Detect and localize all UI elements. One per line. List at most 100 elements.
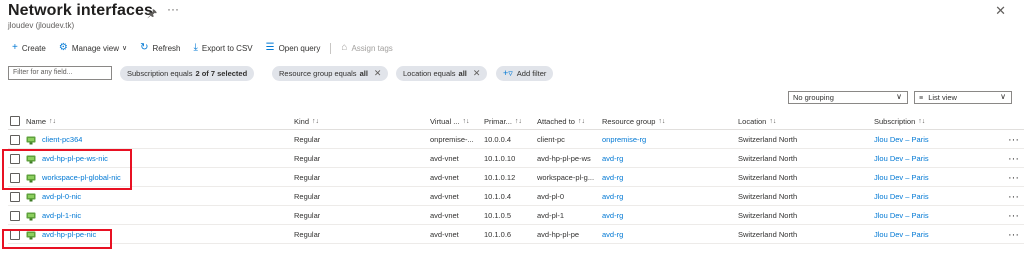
chevron-down-icon: ∨: [121, 45, 128, 52]
cell-name: avd-pl-1-nic: [26, 207, 81, 224]
table-row[interactable]: avd-pl-1-nic Regular avd-vnet 10.1.0.5 avd-p…: [8, 207, 1024, 225]
command-bar: + Create ⚙ Manage view ∨ ↻ Refresh ⤓ Exp…: [12, 41, 406, 55]
cell-primary-ip: 10.0.0.4: [484, 135, 512, 144]
open-query-label: Open query: [278, 43, 321, 53]
row-checkbox[interactable]: [10, 131, 20, 148]
column-header-attached-to[interactable]: Attached to ↑↓: [537, 113, 585, 129]
directory-subtitle: jloudev (jloudev.tk): [8, 21, 75, 30]
download-icon: ⤓: [193, 42, 198, 53]
table-row[interactable]: workspace-pl-global-nic Regular avd-vnet 10…: [8, 169, 1024, 187]
cell-resource-group[interactable]: avd-rg: [602, 150, 623, 167]
column-header-resource-group[interactable]: Resource group ↑↓: [602, 113, 665, 129]
cell-kind: Regular: [294, 173, 321, 182]
cell-resource-group[interactable]: avd-rg: [602, 207, 623, 224]
column-header-location[interactable]: Location ↑↓: [738, 113, 776, 129]
column-header-primary-ip[interactable]: Primar... ↑↓: [484, 113, 522, 129]
table-row[interactable]: avd-pl-0-nic Regular avd-vnet 10.1.0.4 avd-p…: [8, 188, 1024, 206]
resource-name-link[interactable]: client-pc364: [42, 135, 82, 144]
grouping-dropdown[interactable]: No grouping ∨: [788, 91, 908, 104]
resource-group-filter-pill[interactable]: Resource group equals all ✕: [272, 66, 389, 81]
cell-subscription[interactable]: Jlou Dev – Paris: [874, 207, 929, 224]
sort-icon[interactable]: ↑↓: [918, 118, 925, 125]
table-row[interactable]: avd-hp-pl-pe-nic Regular avd-vnet 10.1.0.6 a…: [8, 226, 1024, 244]
tag-icon: ⌂: [341, 42, 348, 53]
cell-subscription[interactable]: Jlou Dev – Paris: [874, 188, 929, 205]
cell-resource-group[interactable]: avd-rg: [602, 226, 623, 243]
cell-virtual-network: avd-vnet: [430, 211, 459, 220]
select-all-checkbox[interactable]: [10, 113, 20, 129]
remove-filter-icon[interactable]: ✕: [473, 68, 481, 79]
view-mode-dropdown[interactable]: ≡ List view ∨: [914, 91, 1012, 104]
manage-view-button[interactable]: ⚙ Manage view ∨: [59, 43, 127, 53]
close-icon[interactable]: ✕: [995, 3, 1006, 19]
sort-icon[interactable]: ↑↓: [515, 118, 522, 125]
add-filter-button[interactable]: +▿ Add filter: [496, 66, 554, 81]
resource-name-link[interactable]: avd-pl-1-nic: [42, 211, 81, 220]
cell-resource-group[interactable]: avd-rg: [602, 188, 623, 205]
refresh-icon: ↻: [140, 42, 149, 53]
cell-subscription[interactable]: Jlou Dev – Paris: [874, 226, 929, 243]
chevron-down-icon: ∨: [1000, 92, 1006, 101]
resource-name-link[interactable]: avd-pl-0-nic: [42, 192, 81, 201]
cell-attached-to: avd-hp-pl-pe: [537, 230, 580, 239]
more-options-icon[interactable]: ···: [167, 2, 179, 16]
row-more-options-icon[interactable]: ···: [1008, 169, 1019, 186]
row-more-options-icon[interactable]: ···: [1008, 131, 1019, 148]
row-more-options-icon[interactable]: ···: [1008, 150, 1019, 167]
cell-resource-group[interactable]: avd-rg: [602, 169, 623, 186]
filter-search-input[interactable]: Filter for any field...: [8, 66, 112, 80]
add-filter-icon: +▿: [503, 68, 513, 78]
column-header-name[interactable]: Name ↑↓: [26, 113, 56, 129]
page-title: Network interfaces: [8, 2, 153, 19]
row-checkbox[interactable]: [10, 188, 20, 205]
network-interface-icon: [26, 193, 36, 201]
cell-virtual-network: onpremise-...: [430, 135, 474, 144]
assign-tags-label: Assign tags: [351, 43, 393, 53]
cell-primary-ip: 10.1.0.6: [484, 230, 512, 239]
sort-icon[interactable]: ↑↓: [312, 118, 319, 125]
query-icon: ☰: [265, 42, 275, 53]
cell-kind: Regular: [294, 154, 321, 163]
row-more-options-icon[interactable]: ···: [1008, 226, 1019, 243]
cell-subscription[interactable]: Jlou Dev – Paris: [874, 131, 929, 148]
cell-primary-ip: 10.1.0.12: [484, 173, 516, 182]
export-csv-button[interactable]: ⤓ Export to CSV: [194, 43, 253, 53]
open-query-button[interactable]: ☰ Open query: [266, 43, 321, 53]
highlight-box: [2, 149, 132, 190]
cell-name: client-pc364: [26, 131, 82, 148]
subscription-filter-pill[interactable]: Subscription equals 2 of 7 selected: [120, 66, 255, 81]
cell-subscription[interactable]: Jlou Dev – Paris: [874, 169, 929, 186]
subscription-filter-label: Subscription equals: [127, 69, 193, 78]
column-header-label: Subscription: [874, 116, 916, 126]
resource-group-filter-value: all: [359, 69, 368, 78]
cell-location: Switzerland North: [738, 211, 798, 220]
cell-primary-ip: 10.1.0.10: [484, 154, 516, 163]
row-checkbox[interactable]: [10, 207, 20, 224]
location-filter-pill[interactable]: Location equals all ✕: [396, 66, 488, 81]
cell-resource-group[interactable]: onpremise-rg: [602, 131, 646, 148]
sort-icon[interactable]: ↑↓: [49, 118, 56, 125]
sort-icon[interactable]: ↑↓: [462, 118, 469, 125]
cell-location: Switzerland North: [738, 230, 798, 239]
assign-tags-button[interactable]: ⌂ Assign tags: [341, 43, 392, 53]
cell-subscription[interactable]: Jlou Dev – Paris: [874, 150, 929, 167]
remove-filter-icon[interactable]: ✕: [374, 68, 382, 79]
sort-icon[interactable]: ↑↓: [769, 118, 776, 125]
sort-icon[interactable]: ↑↓: [578, 118, 585, 125]
column-header-label: Resource group: [602, 116, 656, 126]
sort-icon[interactable]: ↑↓: [658, 118, 665, 125]
row-more-options-icon[interactable]: ···: [1008, 207, 1019, 224]
table-row[interactable]: avd-hp-pl-pe-ws-nic Regular avd-vnet 10.1.0…: [8, 150, 1024, 168]
cell-location: Switzerland North: [738, 154, 798, 163]
toolbar-divider: [330, 42, 332, 54]
cell-location: Switzerland North: [738, 135, 798, 144]
manage-view-label: Manage view: [71, 43, 119, 53]
column-header-kind[interactable]: Kind ↑↓: [294, 113, 319, 129]
pin-icon[interactable]: 🖈︎: [147, 5, 157, 24]
table-row[interactable]: client-pc364 Regular onpremise-... 10.0.0.4…: [8, 131, 1024, 149]
column-header-virtual-network[interactable]: Virtual ... ↑↓: [430, 113, 469, 129]
create-button[interactable]: + Create: [12, 43, 46, 53]
row-more-options-icon[interactable]: ···: [1008, 188, 1019, 205]
column-header-subscription[interactable]: Subscription ↑↓: [874, 113, 925, 129]
refresh-button[interactable]: ↻ Refresh: [140, 43, 180, 53]
